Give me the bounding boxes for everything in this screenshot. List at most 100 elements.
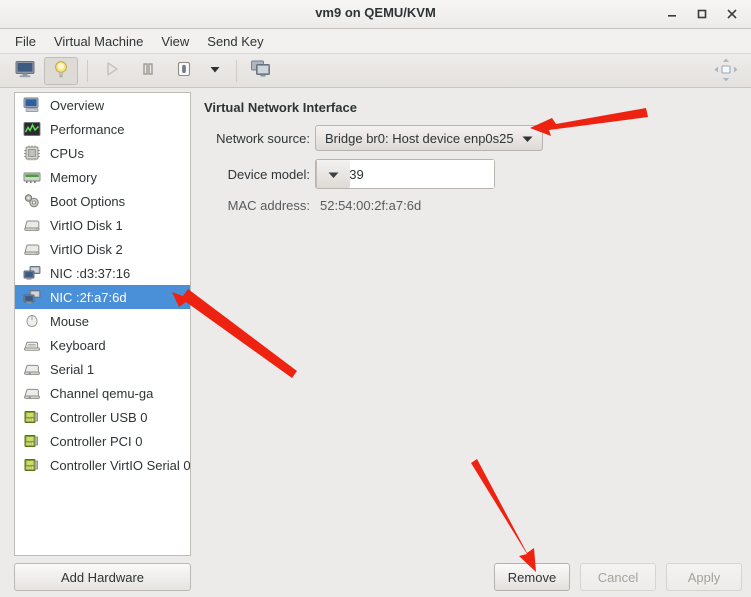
serial-icon [21, 383, 43, 403]
keyboard-icon [21, 335, 43, 355]
menu-view[interactable]: View [152, 31, 198, 52]
sidebar-item-label: CPUs [50, 145, 84, 161]
nic-icon [21, 263, 43, 283]
sidebar-item-label: NIC :2f:a7:6d [50, 289, 127, 305]
sidebar-item-label: Boot Options [50, 193, 126, 209]
sidebar-item-performance[interactable]: Performance [15, 117, 190, 141]
memory-icon [21, 167, 43, 187]
cpu-icon [21, 143, 43, 163]
disk-icon [21, 215, 43, 235]
sidebar-item-channel-qemu-ga[interactable]: Channel qemu-ga [15, 381, 190, 405]
toolbar [0, 54, 751, 88]
shutdown-menu-button[interactable] [203, 57, 227, 85]
show-details-button[interactable] [44, 56, 78, 85]
title-bar: vm9 on QEMU/KVM [0, 0, 751, 29]
sidebar-item-cpus[interactable]: CPUs [15, 141, 190, 165]
page-title: Virtual Network Interface [204, 100, 357, 115]
network-source-row: Network source: Bridge br0: Host device … [198, 125, 543, 151]
add-hardware-button[interactable]: Add Hardware [14, 563, 191, 591]
sidebar-item-mouse[interactable]: Mouse [15, 309, 190, 333]
screens-icon [250, 59, 272, 82]
run-button[interactable] [95, 57, 129, 85]
remove-button[interactable]: Remove [494, 563, 570, 591]
sidebar-item-label: NIC :d3:37:16 [50, 265, 131, 281]
hardware-list[interactable]: Overview Performance CPUs Memory Boot Op… [14, 92, 191, 556]
sidebar-item-label: Memory [50, 169, 97, 185]
controller-icon [21, 455, 43, 475]
mouse-icon [21, 311, 43, 331]
sidebar-item-virtio-disk-2[interactable]: VirtIO Disk 2 [15, 237, 190, 261]
play-icon [102, 59, 122, 82]
network-source-combo[interactable]: Bridge br0: Host device enp0s25 [315, 125, 543, 151]
detail-pane: Virtual Network Interface Network source… [198, 89, 751, 597]
sidebar-item-label: Serial 1 [50, 361, 95, 377]
controller-icon [21, 431, 43, 451]
content-area: Overview Performance CPUs Memory Boot Op… [0, 89, 751, 597]
sidebar-item-virtio-disk-1[interactable]: VirtIO Disk 1 [15, 213, 190, 237]
menu-bar: File Virtual Machine View Send Key [0, 29, 751, 54]
graph-icon [21, 119, 43, 139]
snapshots-button[interactable] [244, 57, 278, 85]
pause-button[interactable] [131, 57, 165, 85]
monitor-icon [14, 59, 36, 82]
expand-icon [713, 57, 739, 86]
chevron-down-icon [208, 62, 222, 79]
sidebar-item-label: VirtIO Disk 2 [50, 241, 123, 257]
sidebar-item-nic-2f-a7-6d[interactable]: NIC :2f:a7:6d [15, 285, 190, 309]
disk-icon [21, 239, 43, 259]
fullscreen-button[interactable] [709, 57, 743, 85]
sidebar-item-overview[interactable]: Overview [15, 93, 190, 117]
maximize-button[interactable] [687, 2, 717, 26]
sidebar-item-boot-options[interactable]: Boot Options [15, 189, 190, 213]
menu-virtual-machine[interactable]: Virtual Machine [45, 31, 152, 52]
sidebar-item-label: VirtIO Disk 1 [50, 217, 123, 233]
device-model-combo[interactable]: rtl8139 [315, 159, 495, 189]
sidebar-item-label: Controller VirtIO Serial 0 [50, 457, 191, 473]
toolbar-separator-2 [236, 59, 237, 82]
power-icon [174, 59, 194, 82]
mac-address-value: 52:54:00:2f:a7:6d [320, 198, 422, 213]
chevron-down-icon [522, 131, 533, 146]
sidebar-item-nic-d3-37-16[interactable]: NIC :d3:37:16 [15, 261, 190, 285]
sidebar-item-label: Controller PCI 0 [50, 433, 143, 449]
sidebar-item-label: Keyboard [50, 337, 106, 353]
sidebar-item-label: Controller USB 0 [50, 409, 148, 425]
sidebar-item-label: Performance [50, 121, 125, 137]
sidebar-item-memory[interactable]: Memory [15, 165, 190, 189]
sidebar-item-controller-virtio-serial-0[interactable]: Controller VirtIO Serial 0 [15, 453, 190, 477]
network-source-label: Network source: [216, 130, 310, 146]
minimize-button[interactable] [657, 2, 687, 26]
virt-manager-window: vm9 on QEMU/KVM File Virtual Machine Vie… [0, 0, 751, 597]
device-model-label: Device model: [227, 166, 310, 182]
sidebar-item-label: Mouse [50, 313, 90, 329]
serial-icon [21, 359, 43, 379]
sidebar-item-serial-1[interactable]: Serial 1 [15, 357, 190, 381]
apply-button: Apply [666, 563, 742, 591]
cancel-button: Cancel [580, 563, 656, 591]
pause-icon [138, 59, 158, 82]
mac-address-row: MAC address: 52:54:00:2f:a7:6d [198, 198, 422, 213]
sidebar-item-controller-usb-0[interactable]: Controller USB 0 [15, 405, 190, 429]
nic-icon [21, 287, 43, 307]
menu-send-key[interactable]: Send Key [198, 31, 272, 52]
controller-icon [21, 407, 43, 427]
window-controls [657, 0, 747, 28]
chevron-down-icon [328, 167, 339, 182]
close-button[interactable] [717, 2, 747, 26]
menu-file[interactable]: File [6, 31, 45, 52]
mac-address-label: MAC address: [227, 198, 310, 213]
gears-icon [21, 191, 43, 211]
window-title: vm9 on QEMU/KVM [315, 5, 436, 20]
sidebar-item-label: Overview [50, 97, 105, 113]
shutdown-button[interactable] [167, 57, 201, 85]
sidebar-item-label: Channel qemu-ga [50, 385, 154, 401]
show-console-button[interactable] [8, 57, 42, 85]
lightbulb-icon [51, 59, 71, 82]
toolbar-separator-1 [87, 59, 88, 82]
sidebar-item-keyboard[interactable]: Keyboard [15, 333, 190, 357]
computer-icon [21, 95, 43, 115]
device-model-dropdown-button[interactable] [316, 160, 350, 188]
device-model-row: Device model: rtl8139 [198, 159, 495, 189]
network-source-value: Bridge br0: Host device enp0s25 [325, 130, 514, 146]
sidebar-item-controller-pci-0[interactable]: Controller PCI 0 [15, 429, 190, 453]
